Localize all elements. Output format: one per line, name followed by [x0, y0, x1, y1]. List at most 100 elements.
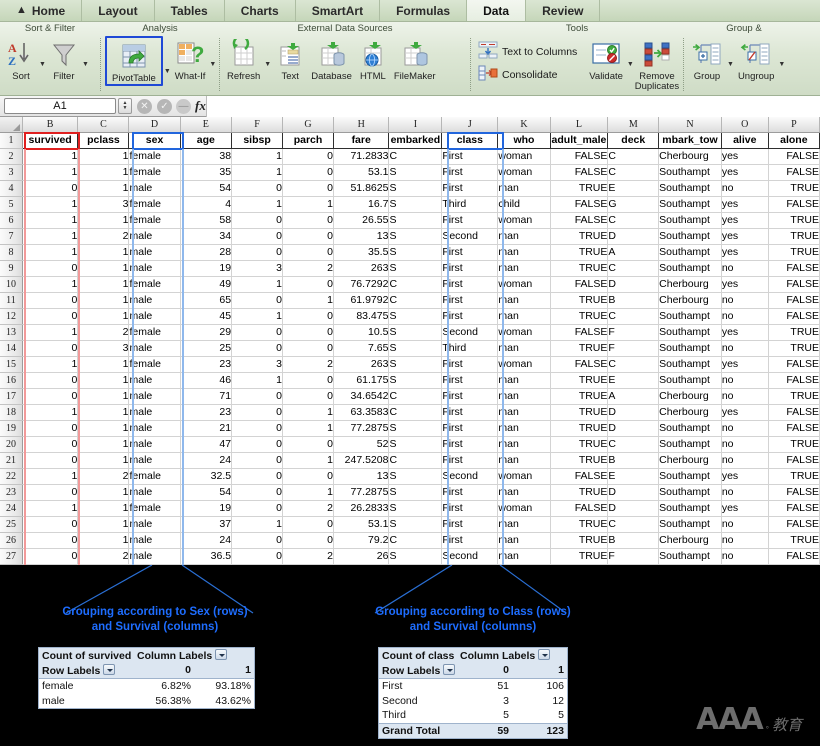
cell-M15[interactable]: C: [607, 356, 660, 373]
filemaker-button[interactable]: FileMaker: [391, 36, 439, 82]
header-cell-C[interactable]: pclass: [77, 131, 130, 149]
cell-P8[interactable]: TRUE: [768, 244, 820, 261]
cell-B11[interactable]: 0: [22, 292, 79, 309]
cell-G20[interactable]: 0: [282, 436, 334, 453]
cell-B21[interactable]: 0: [22, 452, 79, 469]
text-to-columns-button[interactable]: Text to Columns: [475, 40, 580, 63]
cell-B20[interactable]: 0: [22, 436, 79, 453]
header-cell-H[interactable]: fare: [333, 131, 390, 149]
cell-P5[interactable]: FALSE: [768, 196, 820, 213]
cell-O25[interactable]: no: [721, 516, 769, 533]
cell-M11[interactable]: B: [607, 292, 660, 309]
cell-K9[interactable]: man: [497, 260, 551, 277]
cell-F18[interactable]: 0: [231, 404, 284, 421]
cell-H25[interactable]: 53.1: [333, 516, 390, 533]
cell-N4[interactable]: Southampt: [658, 180, 722, 197]
cell-N2[interactable]: Cherbourg: [658, 148, 722, 165]
cell-G4[interactable]: 0: [282, 180, 334, 197]
header-cell-M[interactable]: deck: [607, 131, 660, 149]
cell-I25[interactable]: S: [388, 516, 443, 533]
column-header-L[interactable]: L: [550, 117, 609, 133]
cell-P27[interactable]: FALSE: [768, 548, 820, 565]
cell-E8[interactable]: 28: [180, 244, 233, 261]
cell-O20[interactable]: no: [721, 436, 769, 453]
cell-D26[interactable]: male: [128, 532, 181, 549]
row-header-22[interactable]: 22: [0, 468, 23, 485]
cell-O4[interactable]: no: [721, 180, 769, 197]
cell-N25[interactable]: Southampt: [658, 516, 722, 533]
cell-P24[interactable]: FALSE: [768, 500, 820, 517]
cell-C2[interactable]: 1: [77, 148, 130, 165]
cell-N8[interactable]: Southampt: [658, 244, 722, 261]
cell-L21[interactable]: TRUE: [550, 452, 609, 469]
cell-D9[interactable]: male: [128, 260, 181, 277]
cell-O8[interactable]: yes: [721, 244, 769, 261]
cell-F15[interactable]: 3: [231, 356, 284, 373]
pivot-sex-column-filter-icon[interactable]: [215, 649, 228, 660]
cell-J3[interactable]: First: [441, 164, 499, 181]
cell-F19[interactable]: 0: [231, 420, 284, 437]
cell-O7[interactable]: yes: [721, 228, 769, 245]
cell-C21[interactable]: 1: [77, 452, 130, 469]
cell-B9[interactable]: 0: [22, 260, 79, 277]
cell-K15[interactable]: woman: [497, 356, 551, 373]
row-header-17[interactable]: 17: [0, 388, 23, 405]
row-header-14[interactable]: 14: [0, 340, 23, 357]
cell-H10[interactable]: 76.7292: [333, 276, 390, 293]
header-cell-B[interactable]: survived: [22, 131, 79, 149]
pivot-class-column-filter-icon[interactable]: [538, 649, 551, 660]
cell-J24[interactable]: First: [441, 500, 499, 517]
cell-N10[interactable]: Cherbourg: [658, 276, 722, 293]
cell-C11[interactable]: 1: [77, 292, 130, 309]
cell-M23[interactable]: D: [607, 484, 660, 501]
cell-D24[interactable]: female: [128, 500, 181, 517]
cell-I22[interactable]: S: [388, 468, 443, 485]
cell-H14[interactable]: 7.65: [333, 340, 390, 357]
header-cell-I[interactable]: embarked: [388, 131, 443, 149]
cell-E16[interactable]: 46: [180, 372, 233, 389]
cell-O26[interactable]: no: [721, 532, 769, 549]
cell-K22[interactable]: woman: [497, 468, 551, 485]
name-box[interactable]: A1: [4, 98, 116, 114]
cell-C3[interactable]: 1: [77, 164, 130, 181]
cell-D3[interactable]: female: [128, 164, 181, 181]
cell-G25[interactable]: 0: [282, 516, 334, 533]
cell-N15[interactable]: Southampt: [658, 356, 722, 373]
cell-L18[interactable]: TRUE: [550, 404, 609, 421]
cell-L20[interactable]: TRUE: [550, 436, 609, 453]
cell-L13[interactable]: FALSE: [550, 324, 609, 341]
cell-D19[interactable]: male: [128, 420, 181, 437]
cell-C14[interactable]: 3: [77, 340, 130, 357]
cell-N21[interactable]: Cherbourg: [658, 452, 722, 469]
cell-M19[interactable]: D: [607, 420, 660, 437]
cell-F6[interactable]: 0: [231, 212, 284, 229]
html-button[interactable]: HTML: [355, 36, 391, 82]
cell-G8[interactable]: 0: [282, 244, 334, 261]
row-header-6[interactable]: 6: [0, 212, 23, 229]
cell-G12[interactable]: 0: [282, 308, 334, 325]
header-cell-J[interactable]: class: [441, 131, 499, 149]
cell-E7[interactable]: 34: [180, 228, 233, 245]
cell-D14[interactable]: male: [128, 340, 181, 357]
filter-button[interactable]: Filter: [47, 36, 81, 82]
row-header-20[interactable]: 20: [0, 436, 23, 453]
grid-table[interactable]: B C D E F G H I J K L M N O P 1 survived pclass sex age sibs…: [0, 117, 820, 629]
row-header-19[interactable]: 19: [0, 420, 23, 437]
cell-L10[interactable]: FALSE: [550, 276, 609, 293]
cell-B17[interactable]: 0: [22, 388, 79, 405]
cell-G19[interactable]: 1: [282, 420, 334, 437]
cell-H4[interactable]: 51.8625: [333, 180, 390, 197]
cell-K10[interactable]: woman: [497, 276, 551, 293]
cell-O5[interactable]: yes: [721, 196, 769, 213]
cell-H12[interactable]: 83.475: [333, 308, 390, 325]
header-cell-N[interactable]: mbark_tow: [658, 131, 722, 149]
cell-O11[interactable]: no: [721, 292, 769, 309]
column-header-F[interactable]: F: [231, 117, 284, 133]
cell-K8[interactable]: man: [497, 244, 551, 261]
cell-I12[interactable]: S: [388, 308, 443, 325]
cell-J8[interactable]: First: [441, 244, 499, 261]
cell-L17[interactable]: TRUE: [550, 388, 609, 405]
cell-M25[interactable]: C: [607, 516, 660, 533]
cell-M9[interactable]: C: [607, 260, 660, 277]
cell-J14[interactable]: Third: [441, 340, 499, 357]
